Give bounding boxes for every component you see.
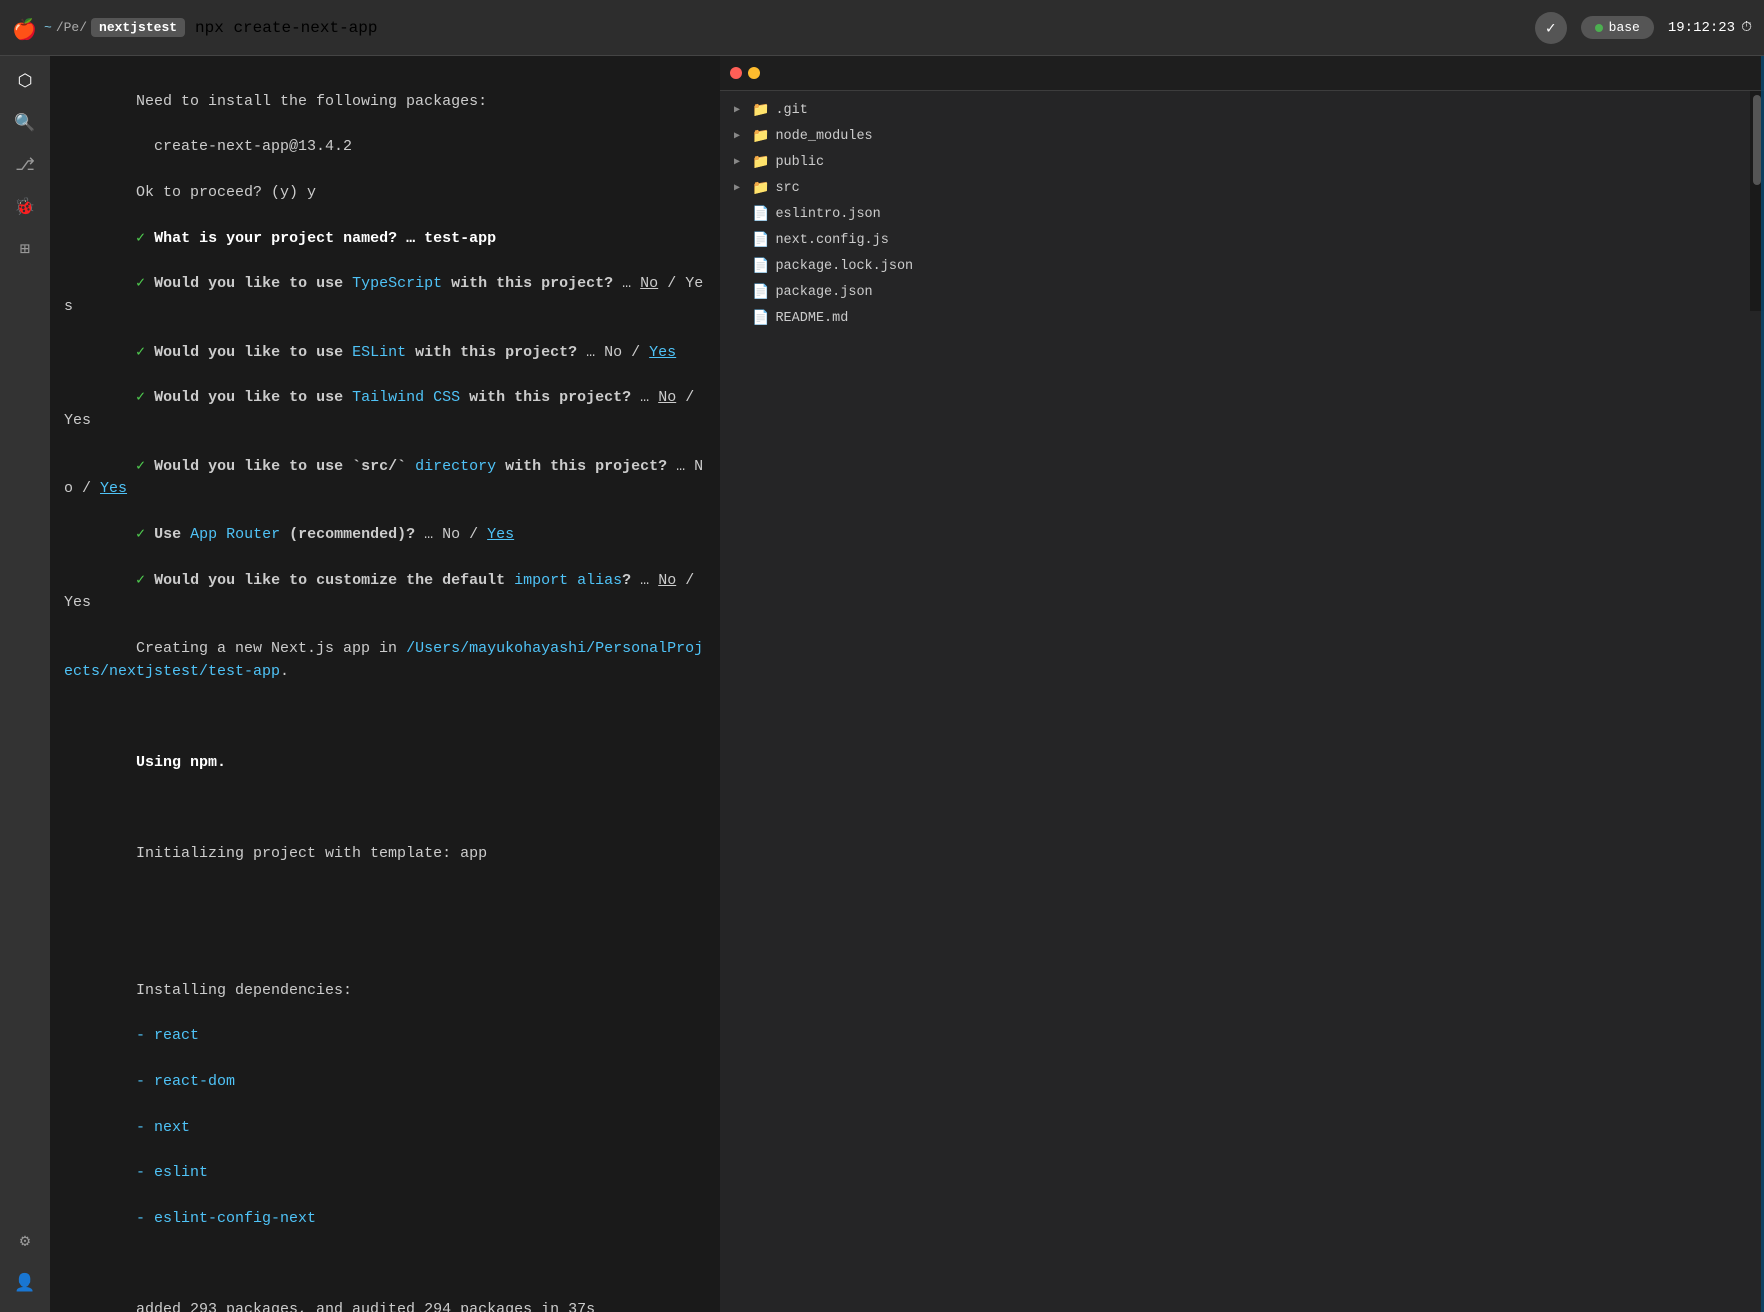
folder-name-public: public [775, 155, 824, 170]
breadcrumb: ~ /Pe/ nextjstest [44, 18, 185, 37]
terminal-command: npx create-next-app [195, 19, 377, 37]
content-wrapper: ⬡ 🔍 ⎇ 🐞 ⊞ ⚙ 👤 Need to install the follow… [0, 56, 1764, 1312]
terminal-eslint: Would you like to use ESLint with this p… [145, 344, 676, 361]
explorer-item-public[interactable]: ▶ 📁 public [720, 149, 1764, 175]
check-2: ✓ [136, 275, 145, 292]
left-sidebar: ⬡ 🔍 ⎇ 🐞 ⊞ ⚙ 👤 [0, 56, 50, 1312]
sidebar-icon-git[interactable]: ⎇ [8, 148, 42, 182]
chevron-icon: ▶ [734, 130, 746, 142]
check-5: ✓ [136, 458, 145, 475]
terminal-line-2: create-next-app@13.4.2 [136, 138, 352, 155]
terminal-dep-react-dom: - react-dom [136, 1073, 235, 1090]
check-3: ✓ [136, 344, 145, 361]
check-1: ✓ [136, 230, 145, 247]
check-6: ✓ [136, 526, 145, 543]
check-4: ✓ [136, 389, 145, 406]
sidebar-icon-extensions[interactable]: ⊞ [8, 232, 42, 266]
file-name-next-config: next.config.js [775, 233, 888, 248]
file-name-package-lock: package.lock.json [775, 259, 913, 274]
explorer-item-package-lock[interactable]: ▶ 📄 package.lock.json [720, 253, 1764, 279]
folder-icon: 📁 [752, 180, 769, 197]
json-icon: 📄 [752, 258, 769, 275]
terminal-installing: Installing dependencies: [136, 982, 352, 999]
explorer-item-readme[interactable]: ▶ 📄 README.md [720, 305, 1764, 331]
current-directory[interactable]: nextjstest [91, 18, 185, 37]
terminal-line-1: Need to install the following packages: [136, 93, 487, 110]
chevron-icon: ▶ [734, 182, 746, 194]
file-name-readme: README.md [775, 311, 848, 326]
scrollbar-thumb[interactable] [1753, 95, 1761, 185]
file-name-eslintrc: eslintro.json [775, 207, 880, 222]
apple-logo-icon: 🍎 [12, 17, 34, 39]
status-dot [1595, 24, 1603, 32]
terminal-importalias: Would you like to customize the default … [64, 572, 703, 612]
sidebar-icon-explorer[interactable]: ⬡ [8, 64, 42, 98]
base-badge[interactable]: base [1581, 16, 1654, 39]
terminal-panel[interactable]: Need to install the following packages: … [50, 56, 720, 1312]
time-display: 19:12:23 ⏱ [1668, 20, 1752, 36]
js-icon: 📄 [752, 232, 769, 249]
chevron-icon: ▶ [734, 104, 746, 116]
explorer-top-bar [720, 56, 1764, 91]
sidebar-icon-user[interactable]: 👤 [8, 1266, 42, 1300]
time-text: 19:12:23 [1668, 20, 1735, 36]
terminal-dep-react: - react [136, 1027, 199, 1044]
explorer-item-next-config[interactable]: ▶ 📄 next.config.js [720, 227, 1764, 253]
titlebar: 🍎 ~ /Pe/ nextjstest npx create-next-app … [0, 0, 1764, 56]
terminal-added: added 293 packages, and audited 294 pack… [136, 1301, 595, 1312]
breadcrumb-separator: /Pe/ [56, 20, 87, 35]
titlebar-right: ✓ base 19:12:23 ⏱ [1535, 12, 1752, 44]
explorer-item-node-modules[interactable]: ▶ 📁 node_modules [720, 123, 1764, 149]
json-icon: 📄 [752, 206, 769, 223]
explorer-items: ▶ 📁 .git ▶ 📁 node_modules ▶ 📁 public ▶ � [720, 91, 1764, 337]
md-icon: 📄 [752, 310, 769, 327]
tilde-icon: ~ [44, 20, 52, 35]
terminal-output: Need to install the following packages: … [64, 68, 706, 1312]
terminal-dep-eslint: - eslint [136, 1164, 208, 1181]
terminal-tailwind: Would you like to use Tailwind CSS with … [64, 389, 703, 429]
explorer-item-eslintrc[interactable]: ▶ 📄 eslintro.json [720, 201, 1764, 227]
sidebar-icon-settings[interactable]: ⚙ [8, 1224, 42, 1258]
chevron-icon: ▶ [734, 156, 746, 168]
base-label: base [1609, 20, 1640, 35]
sidebar-bottom-icons: ⚙ 👤 [8, 1224, 42, 1300]
explorer-item-src[interactable]: ▶ 📁 src [720, 175, 1764, 201]
titlebar-left: 🍎 ~ /Pe/ nextjstest npx create-next-app [12, 17, 1535, 39]
tab-minimize-button[interactable] [748, 67, 760, 79]
terminal-initializing: Initializing project with template: app [136, 845, 487, 862]
terminal-srcdir: Would you like to use `src/` directory w… [64, 458, 703, 498]
sidebar-icon-debug[interactable]: 🐞 [8, 190, 42, 224]
terminal-dep-next: - next [136, 1119, 190, 1136]
sidebar-icon-search[interactable]: 🔍 [8, 106, 42, 140]
terminal-approuter: Use App Router (recommended)? … No / Yes [145, 526, 514, 543]
explorer-item-git[interactable]: ▶ 📁 .git [720, 97, 1764, 123]
folder-name-node-modules: node_modules [775, 129, 872, 144]
terminal-project-name: What is your project named? … test-app [145, 230, 496, 247]
panels-area: Need to install the following packages: … [50, 56, 1764, 1312]
folder-icon: 📁 [752, 128, 769, 145]
folder-icon: 📁 [752, 154, 769, 171]
terminal-line-3: Ok to proceed? (y) y [136, 184, 316, 201]
tab-close-button[interactable] [730, 67, 742, 79]
explorer-panel: ▶ 📁 .git ▶ 📁 node_modules ▶ 📁 public ▶ � [720, 56, 1764, 1312]
check-7: ✓ [136, 572, 145, 589]
json-icon: 📄 [752, 284, 769, 301]
terminal-dep-eslint-config: - eslint-config-next [136, 1210, 316, 1227]
terminal-creating: Creating a new Next.js app in /Users/may… [64, 640, 703, 680]
folder-icon: 📁 [752, 102, 769, 119]
terminal-typescript: Would you like to use TypeScript with th… [64, 275, 703, 315]
clock-icon: ⏱ [1741, 20, 1752, 36]
terminal-using-npm: Using npm. [136, 754, 226, 771]
checkmark-icon: ✓ [1546, 18, 1556, 38]
folder-name-src: src [775, 181, 799, 196]
file-name-package-json: package.json [775, 285, 872, 300]
checkmark-button[interactable]: ✓ [1535, 12, 1567, 44]
explorer-item-package-json[interactable]: ▶ 📄 package.json [720, 279, 1764, 305]
folder-name-git: .git [775, 103, 807, 118]
